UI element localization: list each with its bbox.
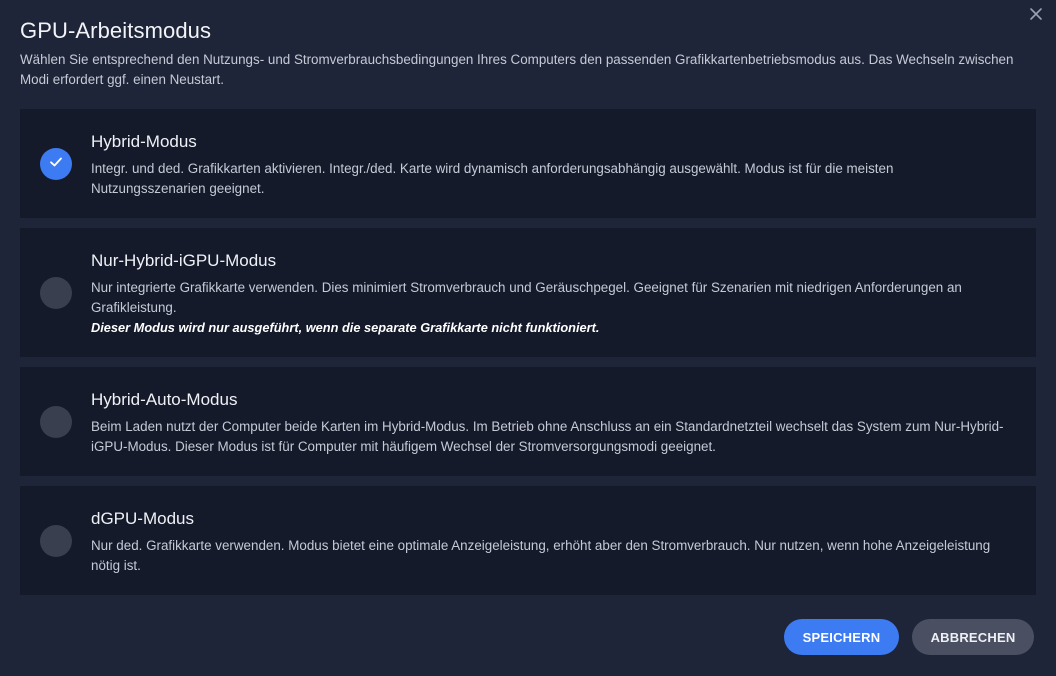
option-description-text: Nur integrierte Grafikkarte verwenden. D… xyxy=(91,280,962,315)
option-title: Hybrid-Auto-Modus xyxy=(91,390,238,409)
option-hybrid-auto-mode[interactable]: Hybrid-Auto-Modus Beim Laden nutzt der C… xyxy=(20,367,1036,476)
dialog-description: Wählen Sie entsprechend den Nutzungs- un… xyxy=(20,52,1014,87)
option-title: dGPU-Modus xyxy=(91,509,194,528)
save-button[interactable]: SPEICHERN xyxy=(784,619,899,655)
option-title: Hybrid-Modus xyxy=(91,132,197,151)
dialog-title: GPU-Arbeitsmodus xyxy=(20,18,212,43)
option-warning-note: Dieser Modus wird nur ausgeführt, wenn d… xyxy=(91,320,600,335)
checkmark-icon xyxy=(48,154,64,175)
close-button[interactable] xyxy=(1024,4,1048,28)
option-description-text: Nur ded. Grafikkarte verwenden. Modus bi… xyxy=(91,538,991,573)
close-icon xyxy=(1029,7,1043,26)
radio-button[interactable] xyxy=(40,406,72,438)
radio-button[interactable] xyxy=(40,525,72,557)
gpu-mode-dialog: GPU-Arbeitsmodus Wählen Sie entsprechend… xyxy=(0,0,1056,676)
option-dgpu-mode[interactable]: dGPU-Modus Nur ded. Grafikkarte verwende… xyxy=(20,486,1036,595)
option-description: Integr. und ded. Grafikkarten aktivieren… xyxy=(91,159,1011,199)
option-title: Nur-Hybrid-iGPU-Modus xyxy=(91,251,277,270)
radio-button[interactable] xyxy=(40,277,72,309)
option-hybrid-igpu-only-mode[interactable]: Nur-Hybrid-iGPU-Modus Nur integrierte Gr… xyxy=(20,228,1036,357)
cancel-button[interactable]: ABBRECHEN xyxy=(912,619,1034,655)
option-description-text: Beim Laden nutzt der Computer beide Kart… xyxy=(91,419,1004,454)
option-description: Nur integrierte Grafikkarte verwenden. D… xyxy=(91,278,1011,338)
option-hybrid-mode[interactable]: Hybrid-Modus Integr. und ded. Grafikkart… xyxy=(20,109,1036,218)
option-description-text: Integr. und ded. Grafikkarten aktivieren… xyxy=(91,161,894,196)
option-description: Beim Laden nutzt der Computer beide Kart… xyxy=(91,417,1011,457)
radio-button-selected[interactable] xyxy=(40,148,72,180)
option-description: Nur ded. Grafikkarte verwenden. Modus bi… xyxy=(91,536,1011,576)
